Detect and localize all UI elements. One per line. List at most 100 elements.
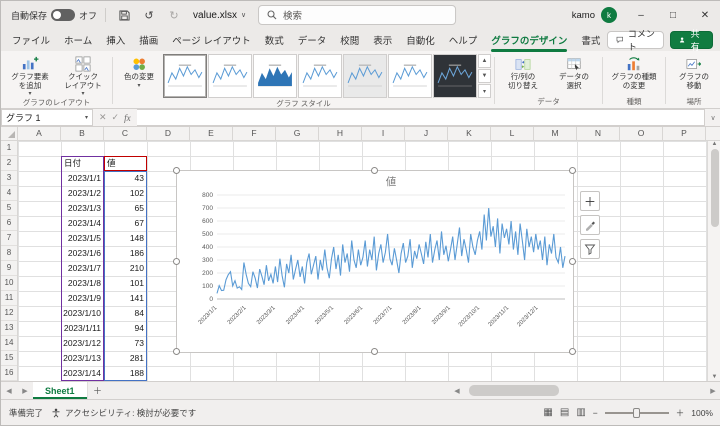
document-title[interactable]: value.xlsx ∨ bbox=[189, 10, 250, 21]
change-chart-type-button[interactable]: グラフの種類 の変更 bbox=[606, 53, 662, 90]
chart-styles-button[interactable] bbox=[580, 215, 600, 235]
row-header-4[interactable]: 4 bbox=[1, 186, 17, 201]
chart-style-4[interactable] bbox=[298, 54, 342, 98]
maximize-button[interactable]: □ bbox=[657, 1, 689, 29]
cell-C7[interactable]: 148 bbox=[104, 231, 147, 246]
row-header-2[interactable]: 2 bbox=[1, 156, 17, 171]
row-header-10[interactable]: 10 bbox=[1, 276, 17, 291]
column-header-F[interactable]: F bbox=[233, 127, 276, 140]
chart-style-3[interactable] bbox=[253, 54, 297, 98]
cell-C12[interactable]: 84 bbox=[104, 306, 147, 321]
cell-B2[interactable]: 日付 bbox=[61, 156, 104, 171]
row-header-1[interactable]: 1 bbox=[1, 141, 17, 156]
horizontal-scroll-thumb[interactable] bbox=[469, 385, 559, 396]
redo-button[interactable]: ↻ bbox=[164, 4, 184, 26]
tab-ホーム[interactable]: ホーム bbox=[57, 29, 99, 52]
minimize-button[interactable]: – bbox=[625, 1, 657, 29]
autosave-toggle[interactable] bbox=[51, 9, 75, 21]
column-header-J[interactable]: J bbox=[405, 127, 448, 140]
change-colors-button[interactable]: 色の変更 ▾ bbox=[116, 53, 162, 89]
tab-データ[interactable]: データ bbox=[291, 29, 334, 52]
close-button[interactable]: ✕ bbox=[689, 1, 720, 29]
cell-C4[interactable]: 102 bbox=[104, 186, 147, 201]
cell-C2[interactable]: 値 bbox=[104, 156, 147, 171]
cell-C8[interactable]: 186 bbox=[104, 246, 147, 261]
gallery-up-button[interactable]: ▲ bbox=[478, 54, 491, 68]
cell-B13[interactable]: 2023/1/11 bbox=[61, 321, 104, 336]
chart-resize-handle[interactable] bbox=[569, 258, 576, 265]
row-header-14[interactable]: 14 bbox=[1, 336, 17, 351]
cell-B12[interactable]: 2023/1/10 bbox=[61, 306, 104, 321]
column-header-N[interactable]: N bbox=[577, 127, 620, 140]
cell-B3[interactable]: 2023/1/1 bbox=[61, 171, 104, 186]
avatar[interactable]: k bbox=[601, 7, 617, 23]
chart-resize-handle[interactable] bbox=[173, 167, 180, 174]
row-header-8[interactable]: 8 bbox=[1, 246, 17, 261]
vertical-scroll-thumb[interactable] bbox=[711, 149, 719, 227]
chart-resize-handle[interactable] bbox=[371, 348, 378, 355]
tab-数式[interactable]: 数式 bbox=[258, 29, 291, 52]
column-header-B[interactable]: B bbox=[61, 127, 104, 140]
line-chart[interactable]: 値01002003004005006007008002023/1/12023/2… bbox=[177, 171, 573, 357]
column-header-E[interactable]: E bbox=[190, 127, 233, 140]
select-all-corner[interactable] bbox=[1, 127, 18, 140]
column-header-L[interactable]: L bbox=[491, 127, 534, 140]
tab-描画[interactable]: 描画 bbox=[132, 29, 165, 52]
horizontal-scrollbar[interactable]: ◀ ▶ bbox=[449, 382, 720, 399]
cell-C14[interactable]: 73 bbox=[104, 336, 147, 351]
scroll-left-button[interactable]: ◀ bbox=[449, 387, 465, 395]
chart-resize-handle[interactable] bbox=[173, 258, 180, 265]
zoom-slider[interactable] bbox=[605, 412, 669, 414]
cell-C13[interactable]: 94 bbox=[104, 321, 147, 336]
zoom-level[interactable]: 100% bbox=[691, 408, 713, 418]
chart-resize-handle[interactable] bbox=[569, 167, 576, 174]
tab-表示[interactable]: 表示 bbox=[366, 29, 399, 52]
zoom-out-button[interactable]: − bbox=[593, 408, 598, 418]
cell-C15[interactable]: 281 bbox=[104, 351, 147, 366]
tab-ファイル[interactable]: ファイル bbox=[5, 29, 57, 52]
column-header-O[interactable]: O bbox=[620, 127, 663, 140]
cell-C6[interactable]: 67 bbox=[104, 216, 147, 231]
autosave-control[interactable]: 自動保存 オフ bbox=[11, 9, 97, 22]
next-sheet-button[interactable]: ▶ bbox=[17, 382, 33, 399]
insert-function-icon[interactable]: fx bbox=[124, 113, 131, 123]
zoom-in-button[interactable]: ＋ bbox=[676, 407, 685, 419]
cell-C3[interactable]: 43 bbox=[104, 171, 147, 186]
normal-view-button[interactable]: ▦ bbox=[543, 407, 552, 418]
move-chart-button[interactable]: グラフの 移動 bbox=[669, 53, 719, 90]
cell-B16[interactable]: 2023/1/14 bbox=[61, 366, 104, 381]
tab-ヘルプ[interactable]: ヘルプ bbox=[442, 29, 485, 52]
column-header-D[interactable]: D bbox=[147, 127, 190, 140]
page-layout-view-button[interactable]: ▤ bbox=[560, 407, 569, 418]
chart-elements-button[interactable]: ＋ bbox=[580, 191, 600, 211]
cell-C10[interactable]: 101 bbox=[104, 276, 147, 291]
column-header-I[interactable]: I bbox=[362, 127, 405, 140]
gallery-down-button[interactable]: ▼ bbox=[478, 69, 491, 83]
switch-row-column-button[interactable]: 行/列の 切り替え bbox=[498, 53, 548, 90]
chart-style-5[interactable] bbox=[343, 54, 387, 98]
cancel-icon[interactable]: ✕ bbox=[99, 112, 107, 123]
column-header-K[interactable]: K bbox=[448, 127, 491, 140]
cell-C9[interactable]: 210 bbox=[104, 261, 147, 276]
name-box[interactable]: グラフ 1 ▾ bbox=[1, 109, 93, 126]
comments-button[interactable]: コメント bbox=[607, 31, 664, 49]
chart-style-6[interactable] bbox=[388, 54, 432, 98]
chart-style-7[interactable] bbox=[433, 54, 477, 98]
add-chart-element-button[interactable]: グラフ要素 を追加 ▾ bbox=[4, 53, 56, 97]
row-header-13[interactable]: 13 bbox=[1, 321, 17, 336]
accessibility-status[interactable]: アクセシビリティ: 検討が必要です bbox=[51, 407, 196, 419]
row-header-6[interactable]: 6 bbox=[1, 216, 17, 231]
cell-C11[interactable]: 141 bbox=[104, 291, 147, 306]
row-header-16[interactable]: 16 bbox=[1, 366, 17, 381]
scroll-right-button[interactable]: ▶ bbox=[705, 387, 720, 395]
row-header-7[interactable]: 7 bbox=[1, 231, 17, 246]
row-header-11[interactable]: 11 bbox=[1, 291, 17, 306]
gallery-more-button[interactable]: ▾ bbox=[478, 84, 491, 98]
vertical-scrollbar[interactable]: ▲ ▼ bbox=[707, 141, 720, 381]
select-data-button[interactable]: データの 選択 bbox=[549, 53, 599, 90]
tab-校閲[interactable]: 校閲 bbox=[333, 29, 366, 52]
spreadsheet-grid[interactable]: 日付値2023/1/1432023/1/21022023/1/3652023/1… bbox=[18, 141, 707, 381]
cell-B6[interactable]: 2023/1/4 bbox=[61, 216, 104, 231]
column-header-P[interactable]: P bbox=[663, 127, 706, 140]
zoom-slider-thumb[interactable] bbox=[633, 408, 640, 418]
